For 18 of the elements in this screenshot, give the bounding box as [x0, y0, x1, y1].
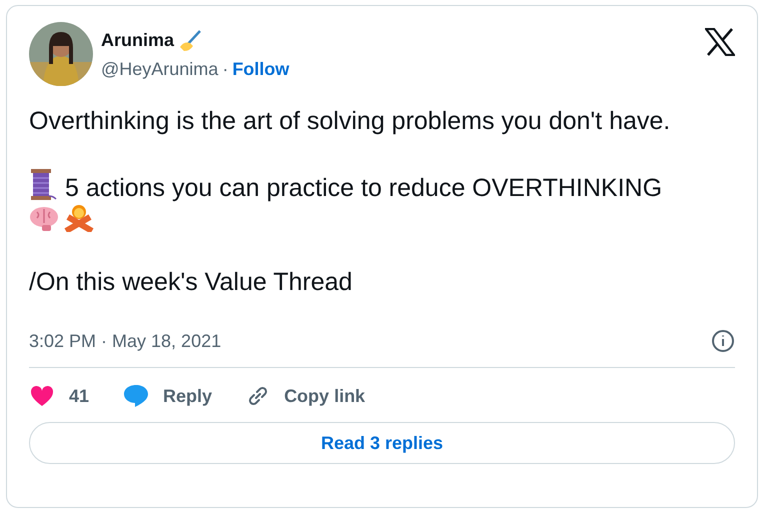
- spool-icon: [29, 168, 57, 202]
- tweet-text: Overthinking is the art of solving problems you don't have.: [29, 107, 670, 135]
- timestamp: 3:02 PM · May 18, 2021: [29, 330, 222, 352]
- author-handle: @HeyArunima: [101, 58, 218, 80]
- tweet-text: /On this week's Value Thread: [29, 268, 352, 296]
- brain-icon: [29, 206, 59, 232]
- separator: ·: [222, 58, 228, 80]
- speech-bubble-icon: [123, 384, 150, 408]
- copy-action[interactable]: Copy link: [246, 384, 366, 408]
- follow-link[interactable]: Follow: [232, 58, 290, 80]
- reply-action[interactable]: Reply: [123, 384, 212, 408]
- x-logo-icon[interactable]: [705, 28, 735, 56]
- heart-icon: [29, 385, 55, 407]
- author-name: Arunima: [101, 30, 174, 51]
- like-action[interactable]: 41: [29, 384, 90, 408]
- tweet-text: 5 actions you can practice to reduce OVERTHINKING: [65, 174, 662, 202]
- info-icon[interactable]: [711, 329, 735, 353]
- read-replies-button[interactable]: Read 3 replies: [29, 422, 735, 464]
